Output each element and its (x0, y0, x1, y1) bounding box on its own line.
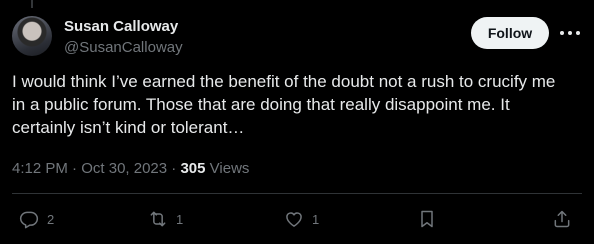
tweet-text: I would think I’ve earned the benefit of… (12, 72, 556, 137)
like-icon (286, 212, 302, 227)
more-icon[interactable] (560, 26, 580, 40)
more-dot (568, 31, 572, 35)
like-count: 1 (312, 211, 320, 227)
tweet: Susan Calloway @SusanCalloway Follow I w… (0, 0, 594, 244)
reply-icon (19, 211, 39, 229)
like-button[interactable]: 1 (284, 207, 319, 231)
tweet-meta: 4:12 PM · Oct 30, 2023 · 305 Views (12, 160, 249, 177)
author-name[interactable]: Susan Calloway (64, 18, 178, 35)
follow-button[interactable]: Follow (471, 17, 549, 49)
bookmark-button[interactable] (417, 207, 437, 231)
thread-line (31, 0, 33, 8)
more-dot (576, 31, 580, 35)
repost-icon (150, 211, 166, 227)
share-button[interactable] (552, 207, 572, 231)
views-label: Views (209, 160, 250, 177)
meta-separator: · (72, 160, 82, 177)
divider (12, 193, 582, 194)
author-handle[interactable]: @SusanCalloway (64, 39, 183, 56)
action-bar: 2 1 1 (0, 201, 594, 237)
tweet-time[interactable]: 4:12 PM (12, 160, 68, 177)
more-dot (560, 31, 564, 35)
views-count: 305 (180, 160, 206, 177)
tweet-date[interactable]: Oct 30, 2023 (81, 160, 167, 177)
reply-count: 2 (47, 211, 55, 227)
reply-button[interactable]: 2 (19, 207, 54, 231)
share-icon (554, 210, 570, 228)
avatar[interactable] (12, 16, 52, 56)
repost-count: 1 (176, 211, 184, 227)
repost-button[interactable]: 1 (148, 207, 183, 231)
bookmark-icon (421, 210, 433, 228)
